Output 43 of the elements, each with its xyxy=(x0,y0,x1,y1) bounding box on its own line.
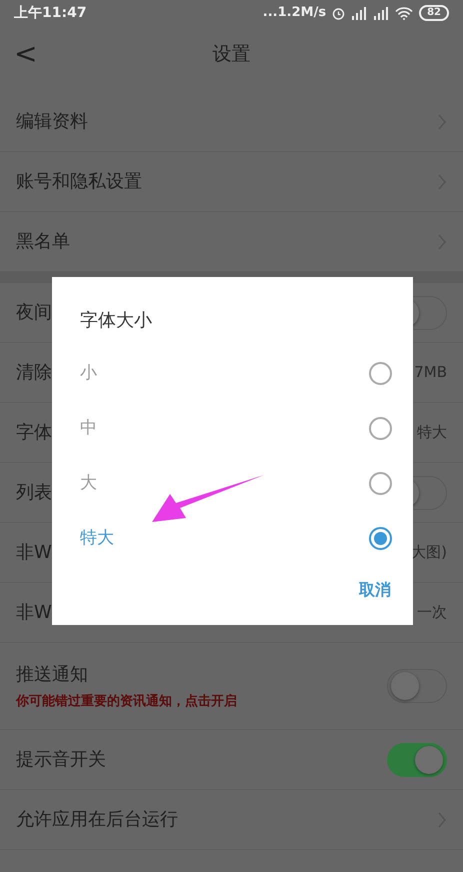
row-value: 特大 xyxy=(417,422,447,444)
settings-row[interactable]: 推送通知 你可能错过重要的资讯通知，点击开启 xyxy=(0,643,463,730)
row-label: 编辑资料 xyxy=(16,110,88,134)
settings-row[interactable]: 账号和隐私设置 xyxy=(0,152,463,212)
dialog-title: 字体大小 xyxy=(80,309,153,333)
row-label: 推送通知 xyxy=(16,662,89,687)
network-speed: ...1.2M/s xyxy=(262,4,326,22)
radio-button[interactable] xyxy=(369,527,392,550)
toggle-switch[interactable] xyxy=(387,742,447,776)
row-subtitle: 你可能错过重要的资讯通知，点击开启 xyxy=(16,692,237,711)
radio-button[interactable] xyxy=(369,362,392,385)
alarm-icon xyxy=(332,6,346,20)
row-label: 非W xyxy=(16,541,52,565)
battery-indicator: 82 xyxy=(419,5,449,21)
row-value: 一次 xyxy=(417,602,447,624)
settings-row[interactable]: 编辑资料 xyxy=(0,92,463,152)
row-label: 夜间 xyxy=(16,301,52,325)
row-label: 清除 xyxy=(16,361,52,385)
row-label: 黑名单 xyxy=(16,230,70,254)
back-button[interactable]: < xyxy=(14,40,38,68)
settings-row[interactable]: 允许应用在后台运行 xyxy=(0,790,463,850)
option-label[interactable]: 小 xyxy=(80,360,97,386)
toggle-switch[interactable] xyxy=(387,669,447,703)
row-label: 列表 xyxy=(16,481,52,505)
signal-icon xyxy=(373,6,390,20)
status-time: 上午11:47 xyxy=(14,4,87,22)
row-label: 允许应用在后台运行 xyxy=(16,808,178,832)
signal-icon xyxy=(351,6,368,20)
option-label[interactable]: 中 xyxy=(80,416,97,442)
row-label: 提示音开关 xyxy=(16,748,106,772)
option-label[interactable]: 特大 xyxy=(80,526,114,552)
radio-button[interactable] xyxy=(369,472,392,495)
cancel-button[interactable]: 取消 xyxy=(359,578,391,602)
wifi-icon xyxy=(395,6,414,20)
page-title: 设置 xyxy=(212,42,250,67)
row-value: 7MB xyxy=(414,362,447,384)
row-label: 非W xyxy=(16,601,52,625)
option-label[interactable]: 大 xyxy=(80,470,97,496)
row-label: 账号和隐私设置 xyxy=(16,170,142,194)
settings-row[interactable]: 提示音开关 xyxy=(0,730,463,790)
radio-button[interactable] xyxy=(369,417,392,440)
settings-row[interactable]: 黑名单 xyxy=(0,212,463,272)
row-label: 字体 xyxy=(16,421,52,445)
